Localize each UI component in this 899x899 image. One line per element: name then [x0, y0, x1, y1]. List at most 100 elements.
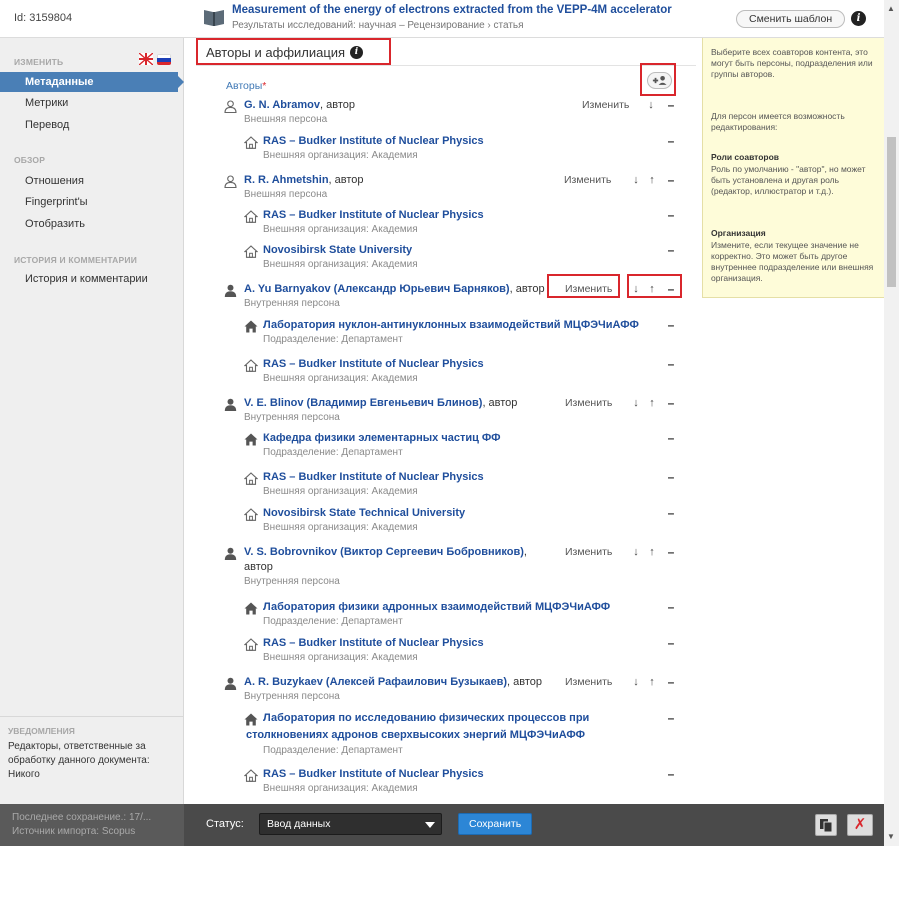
move-up-icon[interactable]: ↑: [647, 397, 657, 409]
affiliation-type: Внешняя организация: Академия: [263, 522, 418, 533]
authors-label-text: Авторы: [226, 80, 263, 92]
affiliation-link[interactable]: RAS – Budker Institute of Nuclear Physic…: [263, 135, 484, 147]
remove-affiliation-icon[interactable]: –: [666, 470, 676, 484]
sidebar-item-metadata[interactable]: Метаданные: [0, 72, 184, 92]
remove-affiliation-icon[interactable]: –: [666, 636, 676, 650]
person-icon: [224, 398, 237, 411]
move-down-icon[interactable]: ↓: [631, 676, 641, 688]
sidebar-item-display[interactable]: Отобразить: [25, 218, 85, 230]
sidebar-item-metrics[interactable]: Метрики: [25, 97, 68, 109]
status-label: Статус:: [206, 818, 244, 830]
move-down-icon[interactable]: ↓: [631, 546, 641, 558]
edit-author-link[interactable]: Изменить: [565, 397, 612, 409]
affiliation-link[interactable]: RAS – Budker Institute of Nuclear Physic…: [263, 209, 484, 221]
copy-button[interactable]: [815, 814, 837, 836]
author-link[interactable]: V. E. Blinov (Владимир Евгеньевич Блинов…: [244, 397, 482, 409]
organization-icon: [244, 359, 258, 372]
move-down-icon[interactable]: ↓: [646, 99, 656, 111]
move-up-icon[interactable]: ↑: [647, 174, 657, 186]
status-select[interactable]: Ввод данных: [259, 813, 442, 835]
move-up-icon[interactable]: ↑: [647, 546, 657, 558]
affiliation-link[interactable]: Novosibirsk State University: [263, 244, 412, 256]
sidebar-item-label: Метаданные: [25, 76, 94, 88]
author-name: G. N. Abramov, автор: [244, 99, 355, 111]
scroll-up-icon[interactable]: ▲: [887, 4, 895, 13]
scrollbar[interactable]: ▲ ▼: [884, 0, 899, 846]
document-title[interactable]: Measurement of the energy of electrons e…: [232, 4, 672, 16]
organization-icon: [244, 210, 258, 223]
remove-author-icon[interactable]: –: [666, 98, 676, 112]
highlight-box: [547, 274, 620, 298]
english-flag-icon[interactable]: [139, 53, 153, 65]
affiliation-row: RAS – Budker Institute of Nuclear Physic…: [184, 208, 700, 239]
affiliation-link[interactable]: RAS – Budker Institute of Nuclear Physic…: [263, 358, 484, 370]
edit-author-link[interactable]: Изменить: [565, 546, 612, 558]
sidebar-item-relations[interactable]: Отношения: [25, 175, 84, 187]
edit-author-link[interactable]: Изменить: [564, 174, 611, 186]
affiliation-type: Подразделение: Департамент: [263, 334, 403, 345]
info-icon[interactable]: i: [851, 11, 866, 26]
change-template-button[interactable]: Сменить шаблон: [736, 10, 846, 28]
edit-author-link[interactable]: Изменить: [565, 676, 612, 688]
author-name: A. R. Buzykaev (Алексей Рафаилович Бузык…: [244, 676, 542, 688]
document-id: Id: 3159804: [14, 12, 73, 24]
affiliation-link[interactable]: RAS – Budker Institute of Nuclear Physic…: [263, 637, 484, 649]
remove-affiliation-icon[interactable]: –: [666, 318, 676, 332]
author-link[interactable]: R. R. Ahmetshin: [244, 174, 329, 186]
author-row: A. R. Buzykaev (Алексей Рафаилович Бузык…: [184, 675, 700, 706]
affiliation-link[interactable]: Лаборатория физики адронных взаимодейств…: [263, 601, 610, 613]
person-icon: [224, 284, 237, 297]
remove-affiliation-icon[interactable]: –: [666, 431, 676, 445]
status-value: Ввод данных: [267, 818, 331, 830]
remove-affiliation-icon[interactable]: –: [666, 506, 676, 520]
move-down-icon[interactable]: ↓: [631, 397, 641, 409]
affiliation-row: RAS – Budker Institute of Nuclear Physic…: [184, 134, 700, 165]
remove-affiliation-icon[interactable]: –: [666, 243, 676, 257]
author-link[interactable]: A. Yu Barnyakov (Александр Юрьевич Барня…: [244, 283, 510, 295]
affiliation-link[interactable]: столкновениях адронов сверхвысоких энерг…: [246, 729, 585, 741]
help-org-text: Измените, если текущее значение не корре…: [711, 240, 874, 283]
edit-author-link[interactable]: Изменить: [582, 99, 629, 111]
section-info-icon[interactable]: i: [350, 46, 363, 59]
sidebar-item-translation[interactable]: Перевод: [25, 119, 69, 131]
author-row: R. R. Ahmetshin, автор Внешняя персона Изм…: [184, 173, 700, 204]
scroll-down-icon[interactable]: ▼: [887, 832, 895, 841]
scroll-thumb[interactable]: [887, 137, 896, 287]
affiliation-link[interactable]: Лаборатория нуклон-антинуклонных взаимод…: [263, 319, 639, 331]
affiliation-type: Внешняя организация: Академия: [263, 373, 418, 384]
remove-affiliation-icon[interactable]: –: [666, 208, 676, 222]
author-link[interactable]: G. N. Abramov: [244, 99, 320, 111]
breadcrumb: Результаты исследований: научная – Рецен…: [232, 20, 524, 31]
affiliation-link[interactable]: Кафедра физики элементарных частиц ФФ: [263, 432, 501, 444]
affiliation-link[interactable]: RAS – Budker Institute of Nuclear Physic…: [263, 768, 484, 780]
add-person-button[interactable]: [647, 72, 672, 89]
save-info: Последнее сохранение.: 17/... Источник и…: [0, 804, 184, 846]
remove-author-icon[interactable]: –: [666, 396, 676, 410]
affiliation-link[interactable]: Лаборатория по исследованию физических п…: [263, 712, 589, 724]
russian-flag-icon[interactable]: [157, 54, 171, 65]
remove-author-icon[interactable]: –: [666, 173, 676, 187]
affiliation-row: Лаборатория нуклон-антинуклонных взаимод…: [184, 318, 700, 349]
remove-affiliation-icon[interactable]: –: [666, 767, 676, 781]
remove-author-icon[interactable]: –: [666, 675, 676, 689]
sidebar-item-history[interactable]: История и комментарии: [25, 273, 148, 285]
affiliation-row: Кафедра физики элементарных частиц ФФ Под…: [184, 431, 700, 462]
remove-affiliation-icon[interactable]: –: [666, 357, 676, 371]
remove-affiliation-icon[interactable]: –: [666, 711, 676, 725]
affiliation-link[interactable]: Novosibirsk State Technical University: [263, 507, 465, 519]
remove-affiliation-icon[interactable]: –: [666, 600, 676, 614]
app-window: Id: 3159804 Measurement of the energy of…: [0, 0, 899, 846]
author-link[interactable]: A. R. Buzykaev (Алексей Рафаилович Бузык…: [244, 676, 507, 688]
organization-icon: [244, 472, 258, 485]
author-row: V. S. Bobrovnikov (Виктор Сергеевич Бобр…: [184, 545, 700, 587]
discard-button[interactable]: ✗: [847, 814, 873, 836]
move-up-icon[interactable]: ↑: [647, 676, 657, 688]
save-button[interactable]: Сохранить: [458, 813, 533, 835]
sidebar-item-fingerprints[interactable]: Fingerprint'ы: [25, 196, 88, 208]
affiliation-link[interactable]: RAS – Budker Institute of Nuclear Physic…: [263, 471, 484, 483]
move-down-icon[interactable]: ↓: [631, 174, 641, 186]
section-header: Авторы и аффилиация i: [196, 38, 391, 65]
remove-author-icon[interactable]: –: [666, 545, 676, 559]
remove-affiliation-icon[interactable]: –: [666, 134, 676, 148]
author-link[interactable]: V. S. Bobrovnikov (Виктор Сергеевич Бобр…: [244, 546, 524, 558]
